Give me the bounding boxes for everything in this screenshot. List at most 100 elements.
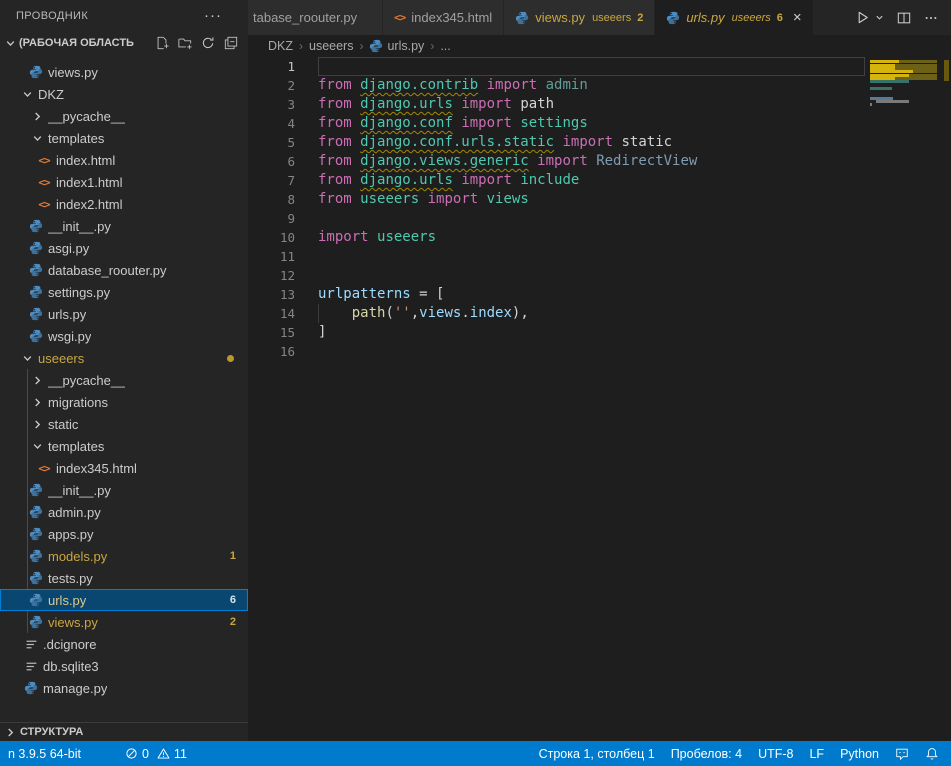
tab-index345.html[interactable]: <>index345.html	[383, 0, 504, 35]
tree-item-index2.html[interactable]: <>index2.html	[0, 193, 248, 215]
python-icon	[24, 681, 38, 695]
run-dropdown-icon[interactable]	[875, 13, 884, 22]
code-line-14[interactable]: 14 path('',views.index),	[248, 304, 951, 323]
code-line-3[interactable]: 3from django.urls import path	[248, 95, 951, 114]
code-line-7[interactable]: 7from django.urls import include	[248, 171, 951, 190]
tree-item-label: database_roouter.py	[48, 263, 167, 278]
code-line-9[interactable]: 9	[248, 209, 951, 228]
tree-item-label: settings.py	[48, 285, 110, 300]
status-indentation[interactable]: Пробелов: 4	[671, 747, 742, 761]
code-line-12[interactable]: 12	[248, 266, 951, 285]
breadcrumb: DKZ›useeers›urls.py›...	[248, 35, 951, 57]
python-icon	[29, 307, 43, 321]
tree-item-index1.html[interactable]: <>index1.html	[0, 171, 248, 193]
status-python-version[interactable]: n 3.9.5 64-bit	[3, 741, 86, 766]
tree-item-manage.py[interactable]: manage.py	[0, 677, 248, 699]
line-number: 9	[248, 209, 295, 228]
tree-item-database_roouter.py[interactable]: database_roouter.py	[0, 259, 248, 281]
warning-icon	[157, 747, 170, 760]
tab-tabase_roouter.py[interactable]: tabase_roouter.py	[248, 0, 383, 35]
code-line-2[interactable]: 2from django.contrib import admin	[248, 76, 951, 95]
new-folder-icon[interactable]	[178, 36, 192, 50]
collapse-folders-icon[interactable]	[224, 36, 238, 50]
feedback-icon[interactable]	[895, 747, 909, 761]
breadcrumb-separator: ›	[359, 39, 363, 53]
tree-item-label: asgi.py	[48, 241, 89, 256]
tree-item-templates[interactable]: templates	[0, 435, 248, 457]
tree-item-label: __pycache__	[48, 373, 125, 388]
tree-item-__pycache__[interactable]: __pycache__	[0, 105, 248, 127]
code-line-15[interactable]: 15]	[248, 323, 951, 342]
status-label: n 3.9.5 64-bit	[8, 747, 81, 761]
code-line-8[interactable]: 8from useeers import views	[248, 190, 951, 209]
tree-item-wsgi.py[interactable]: wsgi.py	[0, 325, 248, 347]
tree-item-urls.py[interactable]: urls.py6	[0, 589, 248, 611]
tab-description: useeers	[592, 12, 631, 24]
refresh-explorer-icon[interactable]	[201, 36, 215, 50]
tree-item-urls.py[interactable]: urls.py	[0, 303, 248, 325]
modified-dot-badge	[227, 355, 234, 362]
tree-item-__init__.py[interactable]: __init__.py	[0, 215, 248, 237]
code-line-13[interactable]: 13urlpatterns = [	[248, 285, 951, 304]
breadcrumb-item-...[interactable]: ...	[440, 39, 450, 53]
python-icon	[29, 219, 43, 233]
status-cursor-position[interactable]: Строка 1, столбец 1	[539, 747, 655, 761]
tree-item-__init__.py[interactable]: __init__.py	[0, 479, 248, 501]
chevron-down-icon	[32, 441, 43, 452]
tab-urls.py[interactable]: urls.pyuseeers6×	[655, 0, 813, 35]
line-number: 5	[248, 133, 295, 152]
breadcrumb-item-urls.py[interactable]: urls.py	[369, 39, 424, 53]
breadcrumb-item-DKZ[interactable]: DKZ	[268, 39, 293, 53]
tree-item-admin.py[interactable]: admin.py	[0, 501, 248, 523]
code-line-1[interactable]: 1	[248, 57, 951, 76]
split-editor-icon[interactable]	[897, 11, 911, 25]
new-file-icon[interactable]	[155, 36, 169, 50]
tree-item-db.sqlite3[interactable]: db.sqlite3	[0, 655, 248, 677]
tree-item-index.html[interactable]: <>index.html	[0, 149, 248, 171]
html-icon: <>	[37, 176, 51, 189]
tree-item-tests.py[interactable]: tests.py	[0, 567, 248, 589]
line-number: 7	[248, 171, 295, 190]
code-line-4[interactable]: 4from django.conf import settings	[248, 114, 951, 133]
tab-views.py[interactable]: views.pyuseeers2	[504, 0, 655, 35]
close-icon[interactable]: ×	[793, 10, 802, 25]
tree-item-settings.py[interactable]: settings.py	[0, 281, 248, 303]
minimap[interactable]	[870, 57, 941, 177]
code-editor[interactable]: 12from django.contrib import admin3from …	[248, 57, 951, 741]
explorer-title-label: ПРОВОДНИК	[16, 10, 88, 22]
tree-item-label: migrations	[48, 395, 108, 410]
tree-item-.dcignore[interactable]: .dcignore	[0, 633, 248, 655]
tree-item-apps.py[interactable]: apps.py	[0, 523, 248, 545]
tree-item-DKZ[interactable]: DKZ	[0, 83, 248, 105]
status-encoding[interactable]: UTF-8	[758, 747, 793, 761]
tree-item-useeers[interactable]: useeers	[0, 347, 248, 369]
tree-item-static[interactable]: static	[0, 413, 248, 435]
more-actions-icon[interactable]: ···	[204, 7, 222, 24]
tree-item-templates[interactable]: templates	[0, 127, 248, 149]
code-line-10[interactable]: 10import useeers	[248, 228, 951, 247]
tree-item-views.py[interactable]: views.py2	[0, 611, 248, 633]
tree-item-__pycache__[interactable]: __pycache__	[0, 369, 248, 391]
code-line-6[interactable]: 6from django.views.generic import Redire…	[248, 152, 951, 171]
tree-item-index345.html[interactable]: <>index345.html	[0, 457, 248, 479]
minimap-code-line	[876, 100, 909, 103]
tree-item-models.py[interactable]: models.py1	[0, 545, 248, 567]
tree-item-label: manage.py	[43, 681, 107, 696]
tree-item-asgi.py[interactable]: asgi.py	[0, 237, 248, 259]
code-line-5[interactable]: 5from django.conf.urls.static import sta…	[248, 133, 951, 152]
status-problems[interactable]: 011	[104, 741, 192, 766]
file-tree: views.pyDKZ__pycache__templates<>index.h…	[0, 55, 248, 723]
outline-section-header[interactable]: СТРУКТУРА	[0, 722, 248, 741]
bell-icon[interactable]	[925, 747, 939, 761]
tree-item-migrations[interactable]: migrations	[0, 391, 248, 413]
breadcrumb-item-useeers[interactable]: useeers	[309, 39, 353, 53]
status-eol[interactable]: LF	[809, 747, 824, 761]
more-actions-icon[interactable]	[924, 11, 938, 25]
workspace-section-header[interactable]: (РАБОЧАЯ ОБЛАСТЬ) ...	[0, 31, 248, 55]
tree-item-views.py[interactable]: views.py	[0, 61, 248, 83]
status-language-mode[interactable]: Python	[840, 747, 879, 761]
run-python-file-icon[interactable]	[855, 10, 870, 25]
code-line-16[interactable]: 16	[248, 342, 951, 361]
error-count: 0	[142, 747, 149, 761]
code-line-11[interactable]: 11	[248, 247, 951, 266]
